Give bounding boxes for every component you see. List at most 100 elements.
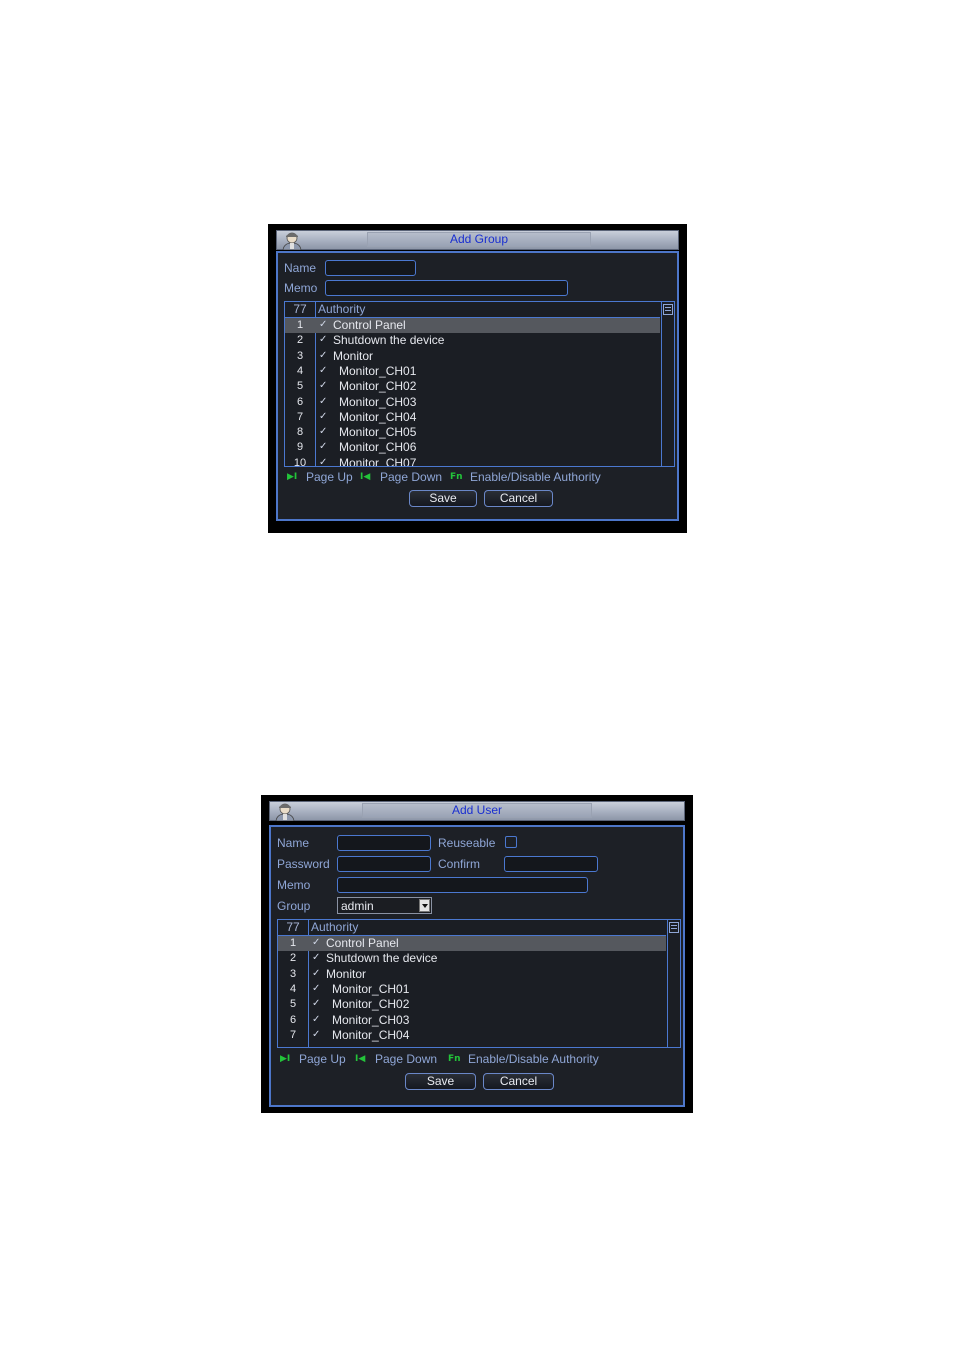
cancel-button[interactable]: Cancel bbox=[483, 1073, 554, 1090]
page-up-hint: Page Up bbox=[299, 1052, 346, 1066]
list-item[interactable]: 2 ✓ Shutdown the device bbox=[285, 333, 660, 348]
user-avatar-icon bbox=[275, 803, 295, 821]
memo-input-text[interactable] bbox=[338, 880, 587, 894]
fn-key-icon: Fn bbox=[448, 1054, 461, 1064]
list-item[interactable]: 4 ✓ Monitor_CH01 bbox=[285, 364, 660, 379]
name-input-text[interactable] bbox=[338, 838, 430, 852]
list-item[interactable]: 7 ✓ Monitor_CH04 bbox=[285, 410, 660, 425]
authority-label: Monitor_CH04 bbox=[332, 1027, 410, 1042]
list-item[interactable]: 5 ✓ Monitor_CH02 bbox=[278, 997, 666, 1012]
check-icon[interactable]: ✓ bbox=[319, 427, 329, 437]
add-user-titlebar[interactable]: Add User bbox=[269, 801, 685, 821]
check-icon[interactable]: ✓ bbox=[312, 938, 322, 948]
row-number: 4 bbox=[296, 364, 304, 377]
chevron-down-icon[interactable] bbox=[419, 899, 430, 912]
list-item[interactable]: 9 ✓ Monitor_CH06 bbox=[285, 440, 660, 455]
save-button[interactable]: Save bbox=[409, 490, 477, 507]
confirm-label: Confirm bbox=[438, 857, 481, 871]
page-up-hint: Page Up bbox=[306, 470, 353, 484]
check-icon[interactable]: ✓ bbox=[319, 411, 329, 422]
authority-label: Monitor_CH02 bbox=[339, 379, 417, 394]
list-item[interactable]: 4 ✓ Monitor_CH01 bbox=[278, 982, 666, 997]
list-scrollbar[interactable] bbox=[661, 302, 674, 466]
list-item[interactable]: 1 ✓ Control Panel bbox=[285, 318, 660, 333]
list-item[interactable]: 8 ✓ Monitor_CH05 bbox=[285, 425, 660, 440]
password-input[interactable] bbox=[337, 856, 431, 873]
reuseable-checkbox[interactable] bbox=[505, 836, 517, 848]
prev-page-icon: I◀ bbox=[360, 472, 371, 482]
password-input-text[interactable] bbox=[338, 859, 430, 873]
list-item[interactable]: 1 ✓ Control Panel bbox=[278, 936, 666, 951]
list-item[interactable]: 7 ✓ Monitor_CH04 bbox=[278, 1028, 666, 1043]
name-input[interactable] bbox=[325, 260, 416, 277]
save-button[interactable]: Save bbox=[405, 1073, 476, 1090]
authority-count: 77 bbox=[286, 920, 300, 934]
list-item[interactable]: 6 ✓ Monitor_CH03 bbox=[278, 1013, 666, 1028]
authority-count: 77 bbox=[293, 302, 307, 316]
row-number: 4 bbox=[289, 982, 297, 995]
memo-input[interactable] bbox=[325, 280, 568, 297]
toggle-authority-hint: Enable/Disable Authority bbox=[468, 1052, 599, 1066]
list-scrollbar[interactable] bbox=[667, 920, 680, 1047]
row-number: 5 bbox=[296, 380, 304, 393]
row-number: 7 bbox=[296, 410, 304, 423]
scroll-grip-icon[interactable] bbox=[663, 304, 673, 315]
check-icon[interactable]: ✓ bbox=[312, 1014, 322, 1025]
dialog-title: Add Group bbox=[367, 232, 591, 247]
authority-label: Monitor bbox=[333, 348, 374, 363]
confirm-input[interactable] bbox=[504, 856, 598, 873]
authority-header: Authority bbox=[311, 920, 359, 934]
authority-label: Monitor_CH05 bbox=[339, 425, 417, 440]
check-icon[interactable]: ✓ bbox=[319, 396, 329, 407]
authority-label: Monitor_CH01 bbox=[339, 363, 417, 378]
check-icon[interactable]: ✓ bbox=[312, 1029, 322, 1040]
memo-input-text[interactable] bbox=[326, 283, 567, 297]
list-item[interactable]: 3 ✓ Monitor bbox=[285, 349, 660, 364]
add-group-titlebar[interactable]: Add Group bbox=[276, 230, 679, 250]
check-icon[interactable]: ✓ bbox=[319, 457, 329, 466]
check-icon[interactable]: ✓ bbox=[312, 999, 322, 1009]
authority-label: Control Panel bbox=[326, 936, 399, 950]
list-item[interactable]: 6 ✓ Monitor_CH03 bbox=[285, 395, 660, 410]
authority-label: Monitor_CH06 bbox=[339, 440, 417, 455]
page-down-hint: Page Down bbox=[375, 1052, 438, 1066]
authority-list[interactable]: 77 Authority 1 ✓ Control Panel 2 ✓ Shutdown t… bbox=[277, 919, 681, 1048]
name-input-text[interactable] bbox=[326, 263, 415, 277]
name-label: Name bbox=[284, 261, 317, 275]
row-number: 5 bbox=[289, 998, 297, 1011]
group-select[interactable]: admin bbox=[337, 897, 432, 914]
memo-label: Memo bbox=[277, 878, 311, 892]
check-icon[interactable]: ✓ bbox=[319, 335, 329, 345]
cancel-button[interactable]: Cancel bbox=[484, 490, 553, 507]
authority-label: Control Panel bbox=[333, 318, 406, 332]
check-icon[interactable]: ✓ bbox=[312, 983, 322, 994]
toggle-authority-hint: Enable/Disable Authority bbox=[470, 470, 601, 484]
check-icon[interactable]: ✓ bbox=[312, 968, 322, 979]
list-item[interactable]: 10 ✓ Monitor_CH07 bbox=[285, 456, 660, 466]
row-number: 2 bbox=[289, 952, 297, 965]
add-user-panel: Name Reuseable Password Confirm Memo Gro… bbox=[269, 825, 685, 1107]
check-icon[interactable]: ✓ bbox=[319, 320, 329, 330]
row-number: 6 bbox=[296, 395, 304, 408]
check-icon[interactable]: ✓ bbox=[319, 381, 329, 391]
check-icon[interactable]: ✓ bbox=[319, 350, 329, 361]
group-label: Group bbox=[277, 899, 311, 913]
check-icon[interactable]: ✓ bbox=[319, 442, 329, 452]
next-page-icon: ▶I bbox=[287, 472, 298, 482]
scroll-grip-icon[interactable] bbox=[669, 922, 679, 933]
confirm-input-text[interactable] bbox=[505, 859, 597, 873]
row-number: 6 bbox=[289, 1013, 297, 1026]
check-icon[interactable]: ✓ bbox=[319, 365, 329, 376]
authority-label: Shutdown the device bbox=[326, 951, 438, 966]
name-input[interactable] bbox=[337, 835, 431, 852]
list-item[interactable]: 5 ✓ Monitor_CH02 bbox=[285, 379, 660, 394]
add-group-panel: Name Memo 77 Authority 1 ✓ Control Panel 2 ✓… bbox=[276, 251, 679, 521]
memo-input[interactable] bbox=[337, 877, 588, 894]
list-item[interactable]: 2 ✓ Shutdown the device bbox=[278, 951, 666, 966]
row-number: 3 bbox=[289, 967, 297, 980]
check-icon[interactable]: ✓ bbox=[312, 953, 322, 963]
list-item[interactable]: 3 ✓ Monitor bbox=[278, 967, 666, 982]
authority-label: Monitor_CH01 bbox=[332, 981, 410, 996]
authority-label: Monitor_CH02 bbox=[332, 997, 410, 1012]
authority-list[interactable]: 77 Authority 1 ✓ Control Panel 2 ✓ Shutdown t… bbox=[284, 301, 675, 467]
